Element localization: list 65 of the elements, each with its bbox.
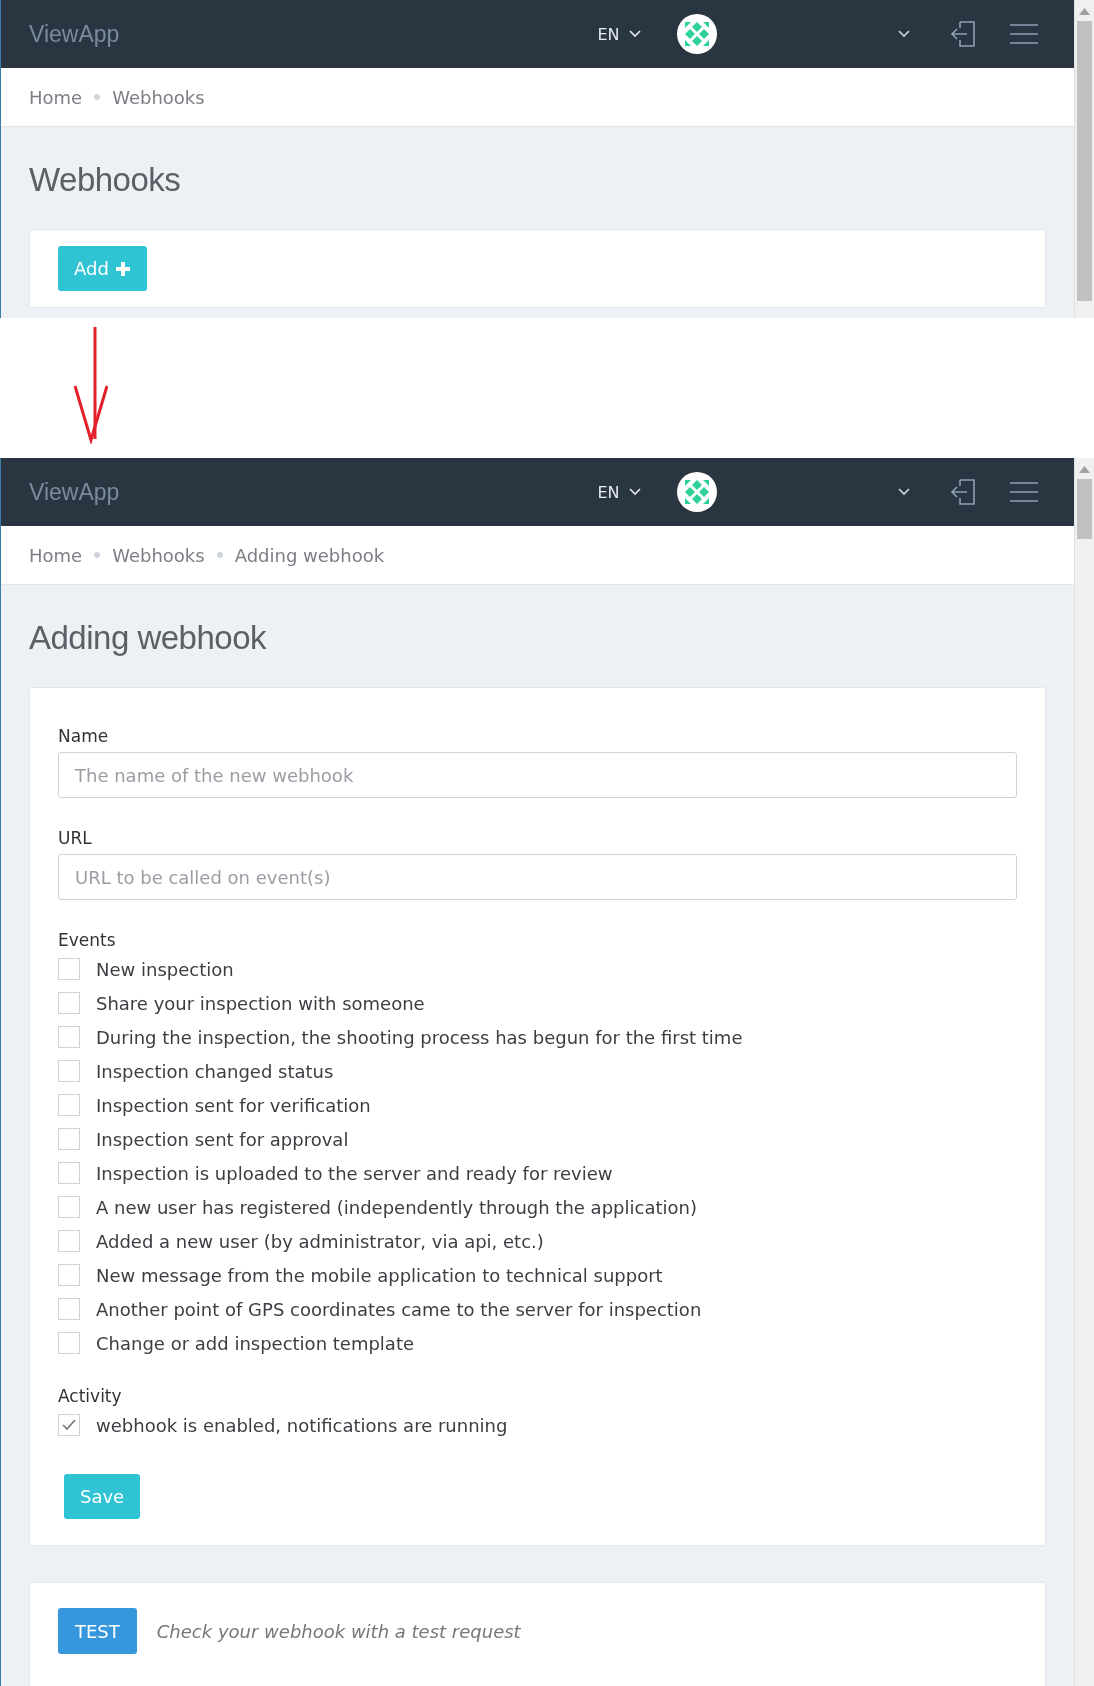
checkbox-label: A new user has registered (independently through the application) xyxy=(96,1196,697,1218)
checkbox-label: Inspection sent for verification xyxy=(96,1094,371,1116)
breadcrumb-link[interactable]: Webhooks xyxy=(112,86,205,108)
breadcrumb-link[interactable]: Webhooks xyxy=(112,544,205,566)
field-label: URL xyxy=(58,828,93,848)
input-field[interactable]: URL to be called on event(s) xyxy=(58,854,1017,900)
language-selector[interactable]: EN xyxy=(597,482,642,502)
checkbox-label: New message from the mobile application to technical support xyxy=(96,1264,663,1286)
checkbox[interactable] xyxy=(58,1026,80,1048)
menu-icon[interactable] xyxy=(1010,23,1038,45)
breadcrumb-link[interactable]: Adding webhook xyxy=(234,544,385,566)
checkbox[interactable] xyxy=(58,958,80,980)
scroll-up-icon[interactable] xyxy=(1079,466,1090,473)
scroll-up-icon[interactable] xyxy=(1079,8,1090,15)
checkbox[interactable] xyxy=(58,1230,80,1252)
brand-name[interactable]: ViewApp xyxy=(29,478,120,506)
logout-icon[interactable] xyxy=(950,20,976,48)
field-label: Name xyxy=(58,726,110,746)
scrollbar[interactable] xyxy=(1074,0,1094,318)
checkbox-label: New inspection xyxy=(96,958,234,980)
checkbox[interactable] xyxy=(58,1060,80,1082)
plus-icon xyxy=(114,260,131,277)
checkbox-label: Share your inspection with someone xyxy=(96,992,425,1014)
page-title: Adding webhook xyxy=(29,619,268,657)
checkbox[interactable] xyxy=(58,992,80,1014)
chevron-icon xyxy=(629,488,642,496)
checkbox-label: Inspection changed status xyxy=(96,1060,334,1082)
checkbox[interactable] xyxy=(58,1298,80,1320)
checkbox[interactable] xyxy=(58,1196,80,1218)
checkbox-label: Inspection sent for approval xyxy=(96,1128,349,1150)
checkmark-icon xyxy=(61,1418,77,1432)
avatar-icon[interactable] xyxy=(677,14,718,54)
language-selector[interactable]: EN xyxy=(597,24,642,44)
checkbox-label: During the inspection, the shooting process has begun for the first time xyxy=(96,1026,743,1048)
brand-name[interactable]: ViewApp xyxy=(29,20,120,48)
chevron-icon[interactable] xyxy=(898,30,910,38)
checkbox[interactable] xyxy=(58,1162,80,1184)
field-label: Activity xyxy=(58,1386,123,1406)
checkbox[interactable] xyxy=(58,1332,80,1354)
menu-icon[interactable] xyxy=(1010,481,1038,503)
hint-text: Check your webhook with a test request xyxy=(156,1620,521,1642)
test-button[interactable]: TEST xyxy=(58,1608,137,1654)
checkbox-label: Change or add inspection template xyxy=(96,1332,414,1354)
input-field[interactable]: The name of the new webhook xyxy=(58,752,1017,798)
logout-icon[interactable] xyxy=(950,478,976,506)
breadcrumb-link[interactable]: Home xyxy=(29,86,83,108)
scrollbar[interactable] xyxy=(1074,458,1094,1686)
breadcrumb-link[interactable]: Home xyxy=(29,544,83,566)
checkbox[interactable] xyxy=(58,1414,80,1436)
add-button[interactable]: Add xyxy=(58,246,147,291)
checkbox-label: Inspection is uploaded to the server and ready for review xyxy=(96,1162,613,1184)
avatar-icon[interactable] xyxy=(677,472,718,512)
scrollbar-thumb[interactable] xyxy=(1077,21,1092,301)
save-button[interactable]: Save xyxy=(64,1474,141,1519)
checkbox-label: Another point of GPS coordinates came to the server for inspection xyxy=(96,1298,702,1320)
chevron-icon[interactable] xyxy=(898,488,910,496)
checkbox-label: webhook is enabled, notifications are running xyxy=(96,1414,508,1436)
field-label: Events xyxy=(58,930,117,950)
scrollbar-thumb[interactable] xyxy=(1077,479,1092,539)
chevron-icon xyxy=(629,30,642,38)
checkbox[interactable] xyxy=(58,1264,80,1286)
checkbox[interactable] xyxy=(58,1128,80,1150)
checkbox[interactable] xyxy=(58,1094,80,1116)
page-title: Webhooks xyxy=(29,161,182,199)
checkbox-label: Added a new user (by administrator, via api, etc.) xyxy=(96,1230,544,1252)
